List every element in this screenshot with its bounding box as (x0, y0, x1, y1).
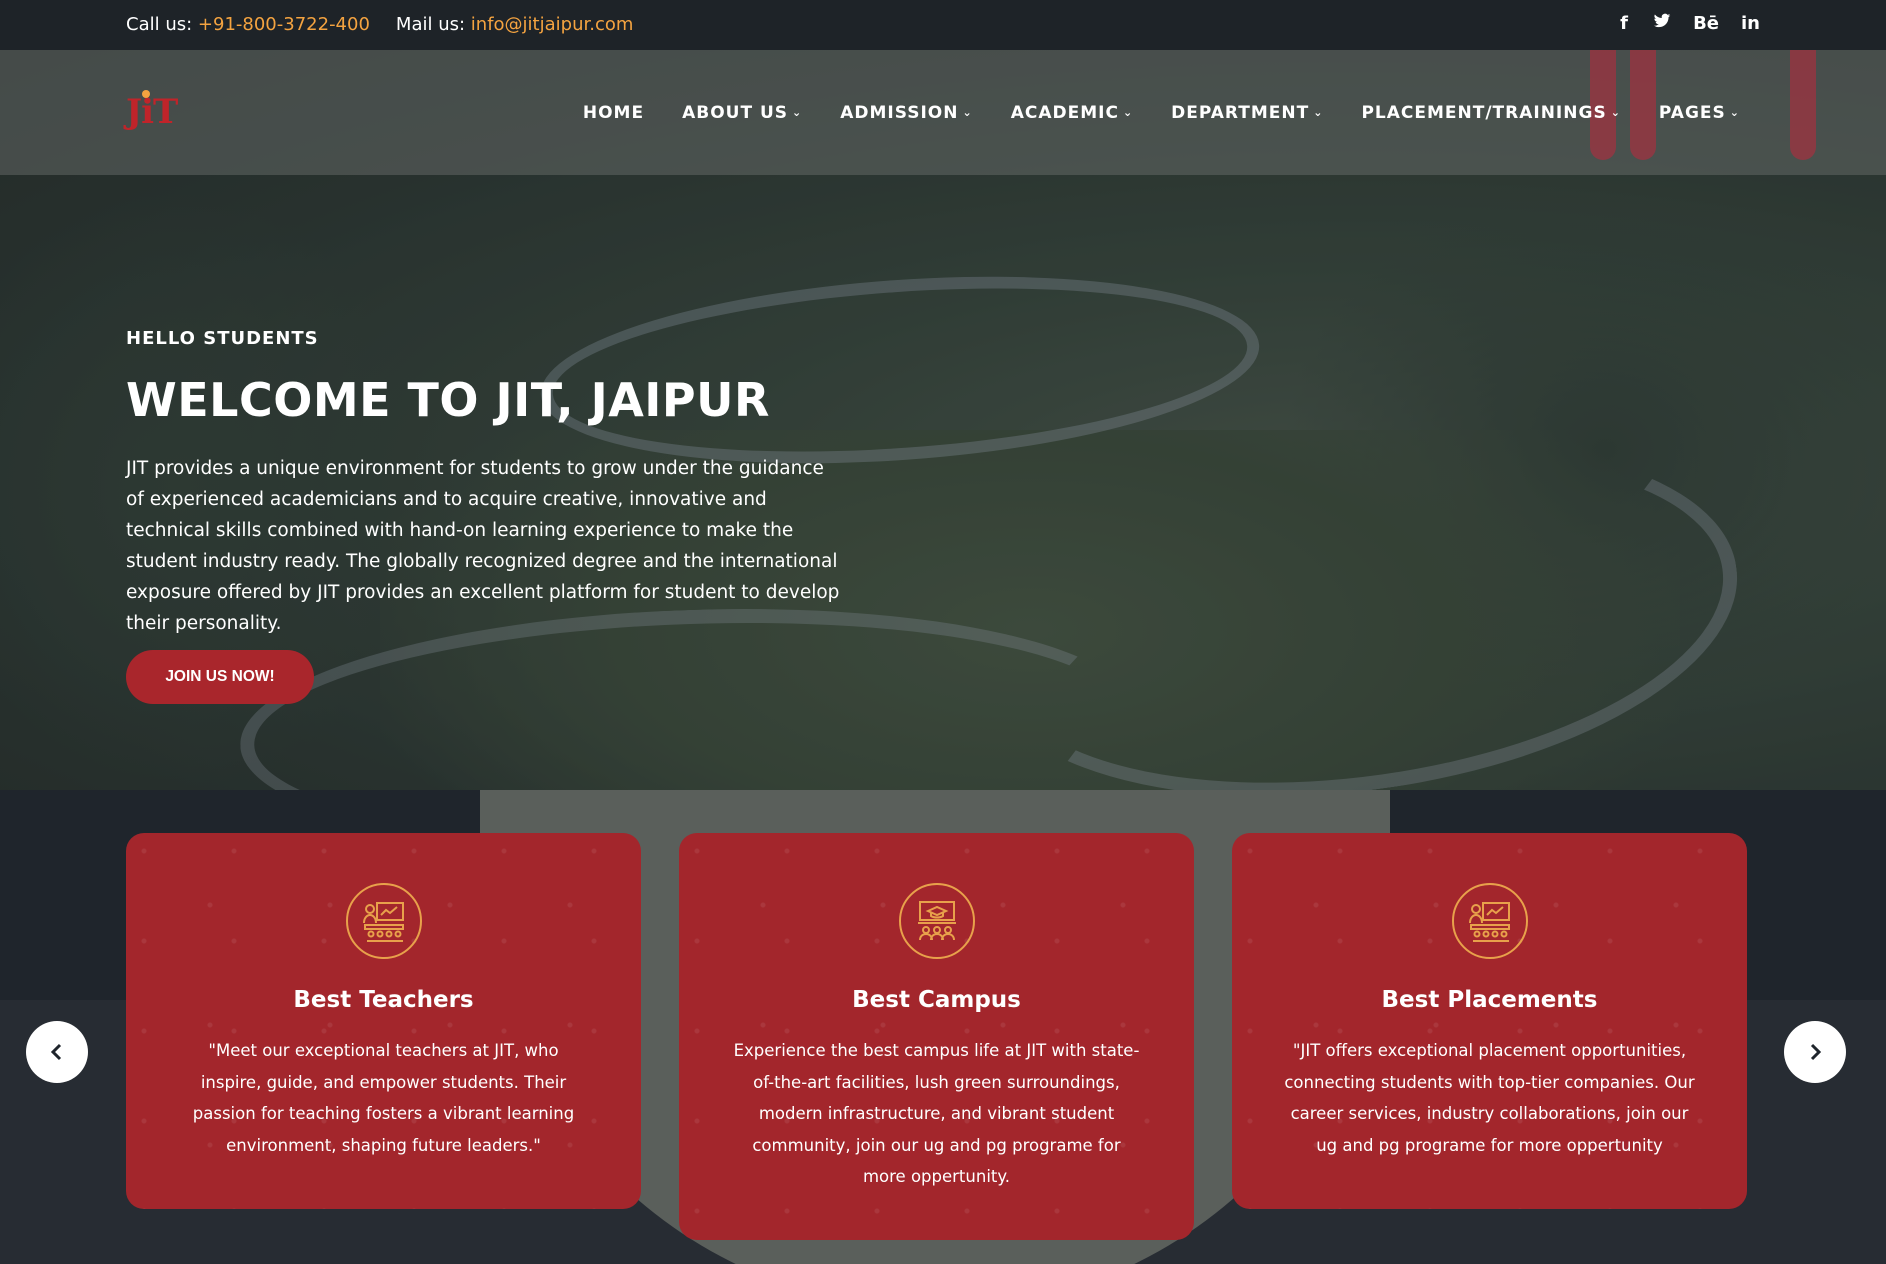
email-link[interactable]: info@jitjaipur.com (471, 14, 634, 35)
feature-description: Experience the best campus life at JIT w… (733, 1041, 1140, 1186)
feature-title: Best Placements (1381, 987, 1598, 1013)
nav-about-us[interactable]: ABOUT US ⌄ (682, 103, 802, 123)
nav-pages[interactable]: PAGES ⌄ (1659, 103, 1740, 123)
chevron-down-icon: ⌄ (792, 106, 803, 119)
mail-label: Mail us: (395, 14, 466, 35)
feature-card-teachers: Best Teachers "Meet our exceptional teac… (126, 833, 641, 1209)
top-bar: Call us: +91-800-3722-400 Mail us: info@… (0, 0, 1886, 50)
nav-home[interactable]: HOME (583, 103, 644, 123)
facebook-icon[interactable]: f (1617, 13, 1631, 34)
chevron-down-icon: ⌄ (1313, 106, 1324, 119)
chevron-down-icon: ⌄ (1122, 106, 1134, 119)
mail-contact: Mail us: info@jitjaipur.com (396, 14, 633, 35)
chevron-down-icon: ⌄ (1729, 106, 1740, 119)
carousel-prev-button[interactable] (26, 1021, 88, 1083)
chevron-left-icon (50, 1043, 62, 1061)
primary-nav: HOME ABOUT US ⌄ ADMISSION ⌄ ACADEMIC ⌄ DEPA… (545, 50, 1740, 175)
chevron-right-icon (1810, 1043, 1822, 1061)
feature-description: "Meet our exceptional teachers at JIT, w… (192, 1041, 575, 1155)
phone-link[interactable]: +91-800-3722-400 (198, 14, 370, 35)
nav-department[interactable]: DEPARTMENT ⌄ (1171, 103, 1323, 123)
social-links: f Bē in (1617, 13, 1760, 34)
carousel-next-button[interactable] (1784, 1021, 1846, 1083)
feature-description: "JIT offers exceptional placement opport… (1284, 1041, 1695, 1155)
chevron-down-icon: ⌄ (962, 106, 973, 119)
nav-admission[interactable]: ADMISSION ⌄ (840, 103, 972, 123)
call-label: Call us: (126, 14, 193, 35)
classroom-icon (1452, 883, 1528, 959)
nav-placement-trainings[interactable]: PLACEMENT/TRAININGS ⌄ (1361, 103, 1620, 123)
feature-title: Best Campus (852, 987, 1021, 1013)
hero-headline: WELCOME TO JIT, JAIPUR (126, 373, 770, 427)
logo-text: JiT (126, 92, 178, 132)
feature-card-placements: Best Placements "JIT offers exceptional … (1232, 833, 1747, 1209)
linkedin-icon[interactable]: in (1741, 13, 1760, 34)
feature-title: Best Teachers (293, 987, 474, 1013)
chevron-down-icon: ⌄ (1610, 106, 1621, 119)
contact-info: Call us: +91-800-3722-400 Mail us: info@… (126, 14, 633, 35)
nav-academic[interactable]: ACADEMIC ⌄ (1011, 103, 1133, 123)
phone-contact: Call us: +91-800-3722-400 (126, 14, 370, 35)
hero-eyebrow: HELLO STUDENTS (126, 328, 319, 349)
campus-board-icon (899, 883, 975, 959)
behance-icon[interactable]: Bē (1693, 13, 1719, 34)
hero-description: JIT provides a unique environment for st… (126, 458, 840, 634)
hero-content: HELLO STUDENTS WELCOME TO JIT, JAIPUR JI… (126, 328, 846, 639)
join-us-button[interactable]: JOIN US NOW! (126, 650, 314, 704)
site-logo[interactable]: JiT (126, 88, 182, 136)
classroom-icon (346, 883, 422, 959)
feature-card-campus: Best Campus Experience the best campus l… (679, 833, 1194, 1240)
main-navbar: JiT HOME ABOUT US ⌄ ADMISSION ⌄ ACADEMIC ⌄ … (0, 50, 1886, 175)
twitter-icon[interactable] (1653, 13, 1671, 34)
